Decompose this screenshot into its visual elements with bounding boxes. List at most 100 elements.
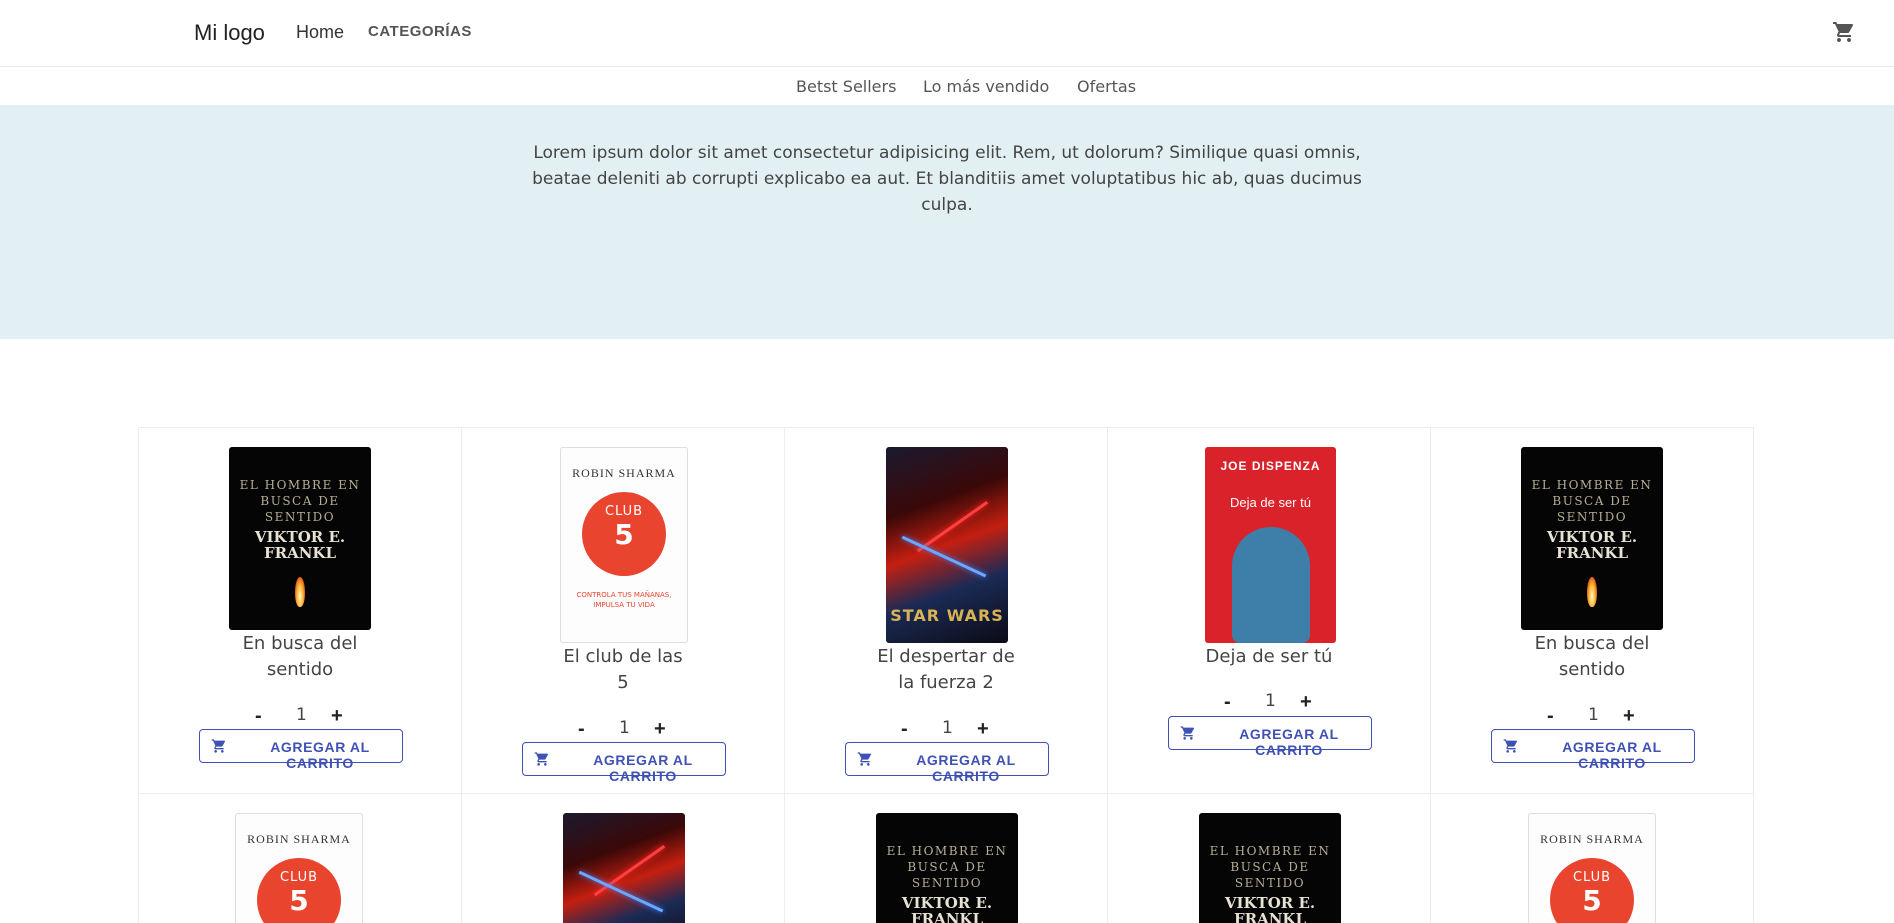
hero-text: Lorem ipsum dolor sit amet consectetur a…: [532, 143, 1362, 215]
decrease-qty-button[interactable]: -: [1224, 691, 1231, 714]
cover-number-text: 5: [289, 884, 309, 917]
red-saber-graphic: [917, 501, 989, 553]
increase-qty-button[interactable]: +: [654, 718, 666, 741]
cover-title-text: CLUB: [604, 504, 644, 519]
product-card: JOE DISPENZA Deja de ser tú Deja de ser …: [1107, 427, 1431, 794]
cover-author-text: ROBIN SHARMA: [1540, 832, 1644, 846]
product-card: [461, 793, 785, 923]
cover-number-text: 5: [614, 518, 634, 551]
hero-banner: Lorem ipsum dolor sit amet consectetur a…: [0, 105, 1894, 339]
cart-icon: [1503, 739, 1518, 753]
product-title: El despertar de la fuerza 2: [877, 646, 1015, 693]
shopping-cart-icon[interactable]: [1831, 20, 1857, 44]
cover-title-text: CLUB: [1572, 870, 1612, 885]
head-silhouette-graphic: [1231, 527, 1310, 643]
product-title: En busca del sentido: [242, 633, 358, 680]
cover-author-text: VIKTOR E. FRANKL: [901, 894, 993, 923]
decrease-qty-button[interactable]: -: [578, 718, 585, 741]
cart-icon: [857, 752, 872, 766]
add-to-cart-button[interactable]: AGREGAR AL CARRITO: [522, 742, 726, 784]
quantity-value: 1: [1588, 705, 1599, 725]
subnav-best-sellers[interactable]: Betst Sellers: [796, 77, 896, 96]
quantity-value: 1: [296, 705, 307, 725]
add-to-cart-label: AGREGAR AL CARRITO: [270, 739, 370, 771]
product-card: ROBIN SHARMA CLUB 5: [1430, 793, 1754, 923]
decrease-qty-button[interactable]: -: [1547, 705, 1554, 728]
add-to-cart-label: AGREGAR AL CARRITO: [1562, 739, 1662, 771]
book-cover-image[interactable]: [563, 813, 685, 923]
book-cover-image[interactable]: EL HOMBRE EN BUSCA DE SENTIDO VIKTOR E. …: [1199, 813, 1341, 923]
cover-author-text: ROBIN SHARMA: [572, 466, 676, 480]
cover-author-text: VIKTOR E. FRANKL: [1546, 528, 1638, 562]
subnav-most-sold[interactable]: Lo más vendido: [923, 77, 1049, 96]
book-cover-image[interactable]: STAR WARS: [886, 447, 1008, 643]
add-to-cart-label: AGREGAR AL CARRITO: [593, 752, 693, 784]
increase-qty-button[interactable]: +: [1623, 705, 1635, 728]
book-cover-image[interactable]: EL HOMBRE EN BUSCA DE SENTIDO VIKTOR E. …: [1521, 447, 1663, 630]
cover-subtitle-text: CONTROLA TUS MAÑANAS, IMPULSA TU VIDA: [576, 591, 672, 609]
add-to-cart-button[interactable]: AGREGAR AL CARRITO: [199, 729, 403, 771]
cover-title-text: EL HOMBRE EN BUSCA DE SENTIDO: [886, 844, 1008, 890]
cart-icon: [1180, 726, 1195, 740]
cover-author-text: JOE DISPENZA: [1220, 459, 1321, 473]
product-card: ROBIN SHARMA CLUB 5: [138, 793, 462, 923]
cart-icon: [211, 739, 226, 753]
product-title: Deja de ser tú: [1205, 646, 1333, 667]
product-card: EL HOMBRE EN BUSCA DE SENTIDO VIKTOR E. …: [138, 427, 462, 794]
cover-author-text: VIKTOR E. FRANKL: [1224, 894, 1316, 923]
cover-circle: CLUB 5: [257, 858, 341, 923]
cover-circle: CLUB 5: [1550, 858, 1634, 923]
candle-flame-icon: [1587, 577, 1597, 607]
add-to-cart-button[interactable]: AGREGAR AL CARRITO: [1491, 729, 1695, 771]
decrease-qty-button[interactable]: -: [901, 718, 908, 741]
quantity-stepper: - 1 +: [1108, 691, 1430, 713]
increase-qty-button[interactable]: +: [331, 705, 343, 728]
product-card: EL HOMBRE EN BUSCA DE SENTIDO VIKTOR E. …: [1107, 793, 1431, 923]
product-card: EL HOMBRE EN BUSCA DE SENTIDO VIKTOR E. …: [1430, 427, 1754, 794]
book-cover-image[interactable]: EL HOMBRE EN BUSCA DE SENTIDO VIKTOR E. …: [876, 813, 1018, 923]
product-card: EL HOMBRE EN BUSCA DE SENTIDO VIKTOR E. …: [784, 793, 1108, 923]
quantity-stepper: - 1 +: [462, 718, 784, 740]
cart-icon: [534, 752, 549, 766]
product-title: El club de las 5: [563, 646, 683, 693]
cover-number-text: 5: [1582, 884, 1602, 917]
increase-qty-button[interactable]: +: [977, 718, 989, 741]
quantity-value: 1: [619, 718, 630, 738]
quantity-stepper: - 1 +: [1431, 705, 1753, 727]
cover-title-text: EL HOMBRE EN BUSCA DE SENTIDO: [1209, 844, 1331, 890]
nav-categories-button[interactable]: CATEGORÍAS: [368, 23, 472, 40]
top-navbar: Mi logo Home CATEGORÍAS: [0, 0, 1894, 67]
site-logo[interactable]: Mi logo: [194, 20, 265, 46]
cover-logo-text: STAR WARS: [890, 606, 1004, 625]
secondary-nav: Betst Sellers Lo más vendido Ofertas: [0, 67, 1894, 105]
product-card: STAR WARS El despertar de la fuerza 2 - …: [784, 427, 1108, 794]
quantity-stepper: - 1 +: [785, 718, 1107, 740]
book-cover-image[interactable]: ROBIN SHARMA CLUB 5: [1528, 813, 1656, 923]
cover-title-text: EL HOMBRE EN BUSCA DE SENTIDO: [239, 478, 361, 524]
red-saber-graphic: [594, 844, 666, 897]
product-card: ROBIN SHARMA CLUB 5 CONTROLA TUS MAÑANAS…: [461, 427, 785, 794]
add-to-cart-label: AGREGAR AL CARRITO: [1239, 726, 1339, 758]
product-title: En busca del sentido: [1534, 633, 1650, 680]
cover-author-text: ROBIN SHARMA: [247, 832, 351, 846]
cover-title-text: EL HOMBRE EN BUSCA DE SENTIDO: [1531, 478, 1653, 524]
book-cover-image[interactable]: ROBIN SHARMA CLUB 5 CONTROLA TUS MAÑANAS…: [560, 447, 688, 643]
quantity-value: 1: [1265, 691, 1276, 711]
candle-flame-icon: [295, 577, 305, 607]
book-cover-image[interactable]: JOE DISPENZA Deja de ser tú: [1205, 447, 1336, 643]
add-to-cart-button[interactable]: AGREGAR AL CARRITO: [1168, 716, 1372, 758]
blue-saber-graphic: [901, 535, 987, 577]
quantity-value: 1: [942, 718, 953, 738]
cover-author-text: VIKTOR E. FRANKL: [254, 528, 346, 562]
add-to-cart-label: AGREGAR AL CARRITO: [916, 752, 1016, 784]
cover-circle: CLUB 5: [582, 492, 666, 576]
cover-title-text: Deja de ser tú: [1230, 495, 1311, 510]
decrease-qty-button[interactable]: -: [255, 705, 262, 728]
book-cover-image[interactable]: ROBIN SHARMA CLUB 5: [235, 813, 363, 923]
add-to-cart-button[interactable]: AGREGAR AL CARRITO: [845, 742, 1049, 784]
book-cover-image[interactable]: EL HOMBRE EN BUSCA DE SENTIDO VIKTOR E. …: [229, 447, 371, 630]
quantity-stepper: - 1 +: [139, 705, 461, 727]
nav-home-link[interactable]: Home: [296, 22, 344, 43]
subnav-offers[interactable]: Ofertas: [1077, 77, 1136, 96]
increase-qty-button[interactable]: +: [1300, 691, 1312, 714]
